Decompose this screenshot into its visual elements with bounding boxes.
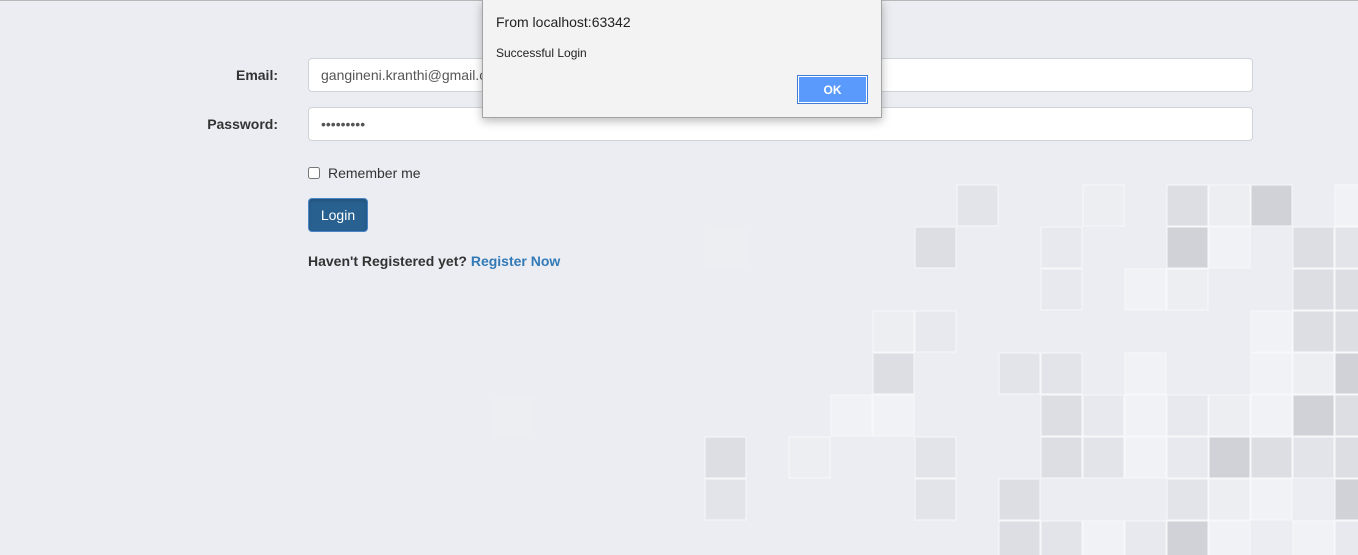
background-cube xyxy=(1292,520,1335,555)
background-cube xyxy=(1334,352,1358,395)
background-cube xyxy=(1208,520,1251,555)
background-cube xyxy=(1040,520,1083,555)
login-button[interactable]: Login xyxy=(308,198,368,232)
dialog-message: Successful Login xyxy=(496,46,587,60)
background-cube xyxy=(1250,478,1293,521)
background-cube xyxy=(1166,268,1209,311)
background-cube xyxy=(998,478,1041,521)
alert-dialog: From localhost:63342 Successful Login OK xyxy=(482,0,882,118)
background-cube xyxy=(704,478,747,521)
background-cube xyxy=(1124,520,1167,555)
background-cube xyxy=(1292,226,1335,269)
background-cube xyxy=(872,352,915,395)
background-cube xyxy=(1124,436,1167,479)
background-cube xyxy=(872,394,915,437)
background-cube xyxy=(1082,394,1125,437)
background-cube xyxy=(1334,226,1358,269)
background-cube xyxy=(1334,268,1358,311)
background-cube xyxy=(1250,184,1293,227)
background-cube xyxy=(1334,394,1358,437)
remember-me-label: Remember me xyxy=(328,165,421,181)
background-cube xyxy=(830,394,873,437)
background-cube xyxy=(1166,436,1209,479)
background-cube xyxy=(1040,268,1083,311)
background-cube xyxy=(1208,184,1251,227)
background-cube xyxy=(1292,352,1335,395)
background-cube xyxy=(705,226,746,267)
register-now-link[interactable]: Register Now xyxy=(471,253,560,269)
email-label: Email: xyxy=(235,67,278,83)
background-cube xyxy=(1166,520,1209,555)
background-cube xyxy=(1334,478,1358,521)
background-cube xyxy=(1292,394,1335,437)
background-cube xyxy=(1082,184,1125,227)
background-cube xyxy=(1292,310,1335,353)
background-cube xyxy=(914,436,957,479)
background-cube xyxy=(1334,520,1358,555)
background-cube xyxy=(704,436,747,479)
background-cube xyxy=(914,478,957,521)
remember-me[interactable]: Remember me xyxy=(308,163,421,183)
background-cube xyxy=(493,397,534,438)
register-prompt: Haven't Registered yet? Register Now xyxy=(308,253,560,269)
background-cube xyxy=(1040,394,1083,437)
background-cube xyxy=(1040,352,1083,395)
background-cube xyxy=(1208,436,1251,479)
background-cube xyxy=(1250,436,1293,479)
remember-me-checkbox[interactable] xyxy=(308,167,320,179)
background-cube xyxy=(1250,352,1293,395)
background-cube xyxy=(1334,436,1358,479)
background-cube xyxy=(1250,310,1293,353)
background-cube xyxy=(872,310,915,353)
background-cube xyxy=(1292,268,1335,311)
background-cube xyxy=(1124,268,1167,311)
background-cube xyxy=(1040,226,1083,269)
background-cube xyxy=(1334,184,1358,227)
background-cube xyxy=(1124,352,1167,395)
background-cube xyxy=(1166,478,1209,521)
background-cube xyxy=(956,184,999,227)
background-cube xyxy=(1166,226,1209,269)
background-cube xyxy=(1082,520,1125,555)
background-cube xyxy=(1292,436,1335,479)
background-cube xyxy=(1334,310,1358,353)
background-cube xyxy=(1082,436,1125,479)
background-cube xyxy=(914,226,957,269)
background-cube xyxy=(788,436,831,479)
background-cube xyxy=(1166,394,1209,437)
background-cube xyxy=(914,310,957,353)
background-cube xyxy=(998,520,1041,555)
background-cube xyxy=(1250,394,1293,437)
background-cube xyxy=(998,352,1041,395)
dialog-title: From localhost:63342 xyxy=(496,14,631,30)
password-label: Password: xyxy=(207,116,278,132)
background-cube xyxy=(1166,184,1209,227)
background-cube xyxy=(1208,394,1251,437)
dialog-ok-button[interactable]: OK xyxy=(797,75,868,104)
background-cube xyxy=(1124,394,1167,437)
register-prompt-text: Haven't Registered yet? xyxy=(308,253,467,269)
background-cube xyxy=(1040,436,1083,479)
background-cube xyxy=(1208,226,1251,269)
background-cube xyxy=(1208,478,1251,521)
